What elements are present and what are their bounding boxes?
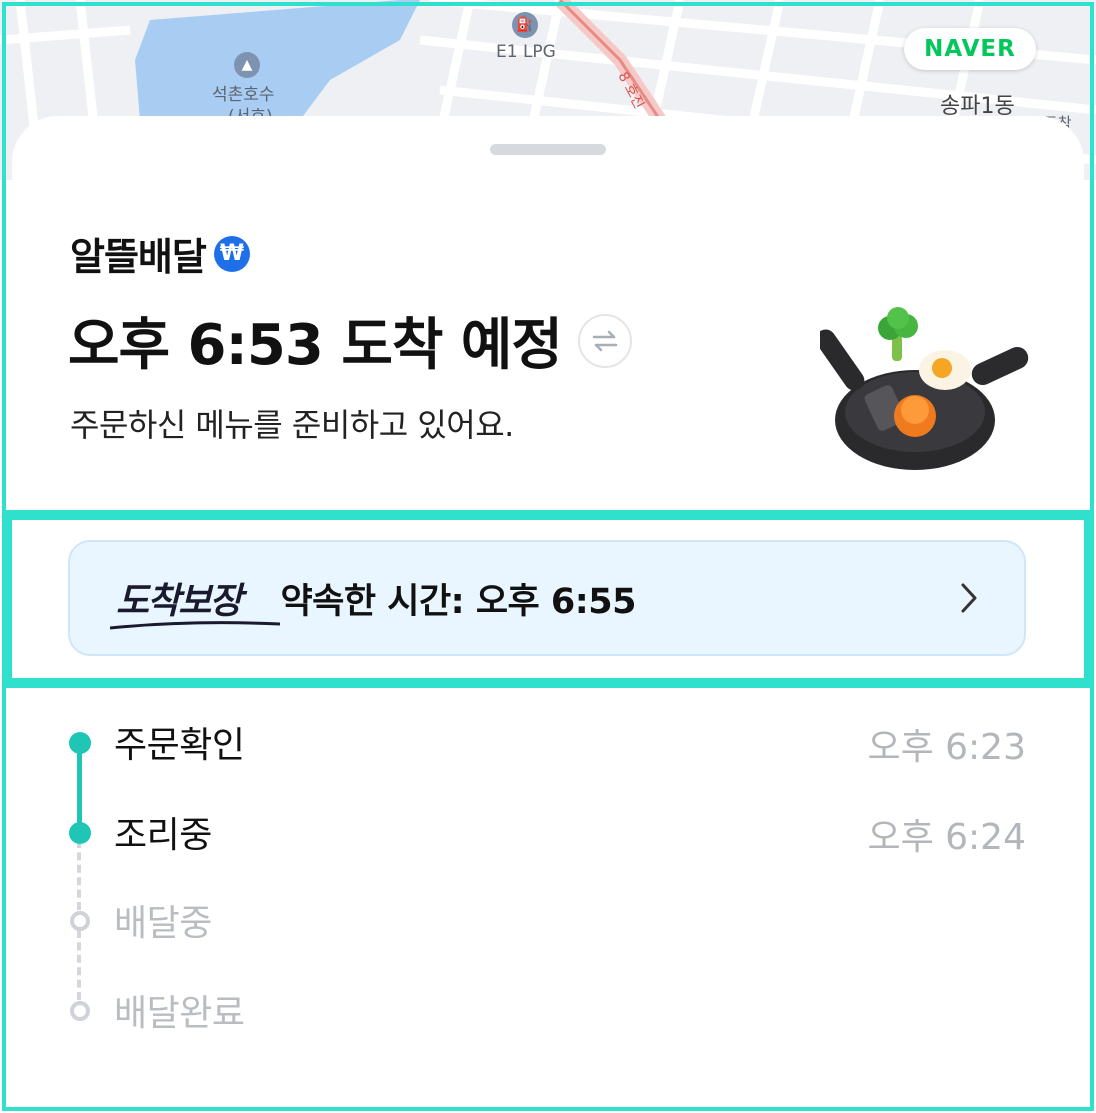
map-label-gas-station: E1 LPG: [496, 42, 556, 62]
timeline-step: 주문확인 오후 6:23: [0, 708, 1096, 768]
won-icon: ₩: [213, 235, 250, 272]
step-time: 오후 6:24: [867, 817, 1026, 858]
step-pending-dot: [70, 911, 90, 931]
guarantee-logo: 도착보장: [110, 572, 280, 630]
place-icon: ▲: [234, 52, 260, 78]
step-label: 배달중: [114, 903, 212, 944]
swap-arrows-svg: [592, 330, 618, 351]
promised-time: 약속한 시간: 오후 6:55: [280, 581, 636, 622]
step-label: 주문확인: [114, 725, 245, 766]
order-status-message: 주문하신 메뉴를 준비하고 있어요.: [70, 406, 514, 444]
delivery-timeline: 주문확인 오후 6:23 조리중 오후 6:24 배달중 배달완료: [0, 700, 1096, 1040]
step-done-dot: [69, 822, 91, 844]
guarantee-logo-text: 도착보장: [116, 580, 242, 622]
timeline-step: 배달중: [0, 886, 1096, 946]
store-name: 알뜰배달: [70, 235, 207, 279]
step-time: 오후 6:23: [867, 727, 1026, 768]
timeline-step: 조리중 오후 6:24: [0, 798, 1096, 858]
store-header: 알뜰배달 ₩: [70, 226, 250, 281]
gas-station-icon: ⛽: [512, 12, 538, 38]
step-label: 조리중: [114, 815, 212, 856]
arrival-guarantee-banner[interactable]: 도착보장 약속한 시간: 오후 6:55: [68, 540, 1026, 656]
pan-food-icon: [820, 307, 1029, 470]
step-label: 배달완료: [114, 993, 245, 1034]
step-done-dot: [69, 732, 91, 754]
guarantee-swoosh: [110, 621, 280, 630]
sheet-drag-handle[interactable]: [490, 144, 606, 155]
eta-title: 오후 6:53 도착 예정: [68, 313, 563, 378]
eta-row: 오후 6:53 도착 예정: [68, 300, 632, 381]
swap-icon[interactable]: [577, 313, 632, 368]
chevron-right-icon: [961, 583, 977, 613]
naver-logo: NAVER: [904, 28, 1036, 70]
step-pending-dot: [70, 1001, 90, 1021]
timeline-step: 배달완료: [0, 976, 1096, 1036]
